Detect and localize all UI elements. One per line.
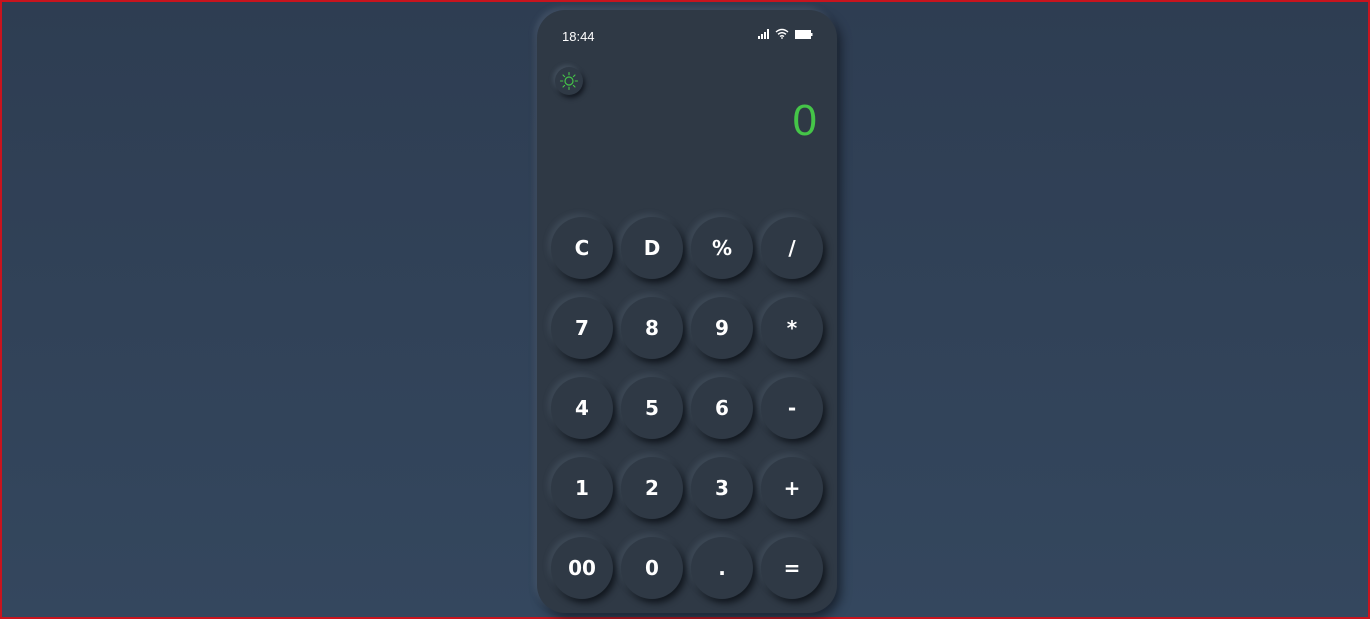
digit-7-button[interactable]: 7 (551, 297, 613, 359)
decimal-button[interactable]: . (691, 537, 753, 599)
digit-5-button[interactable]: 5 (621, 377, 683, 439)
status-time: 18:44 (562, 29, 595, 44)
digit-4-button[interactable]: 4 (551, 377, 613, 439)
digit-6-button[interactable]: 6 (691, 377, 753, 439)
double-zero-button[interactable]: 00 (551, 537, 613, 599)
equals-button[interactable]: = (761, 537, 823, 599)
subtract-button[interactable]: - (761, 377, 823, 439)
divide-button[interactable]: / (761, 217, 823, 279)
theme-toggle-button[interactable] (555, 67, 583, 95)
digit-1-button[interactable]: 1 (551, 457, 613, 519)
digit-0-button[interactable]: 0 (621, 537, 683, 599)
signal-icon (758, 29, 769, 39)
digit-8-button[interactable]: 8 (621, 297, 683, 359)
multiply-button[interactable]: * (761, 297, 823, 359)
delete-button[interactable]: D (621, 217, 683, 279)
calculator-phone: 18:44 0 C D % / 7 8 9 * 4 5 6 - 1 2 3 + … (537, 10, 837, 613)
keypad: C D % / 7 8 9 * 4 5 6 - 1 2 3 + 00 0 . = (551, 217, 823, 599)
status-icons (758, 27, 813, 39)
sun-icon (559, 71, 579, 91)
digit-3-button[interactable]: 3 (691, 457, 753, 519)
clear-button[interactable]: C (551, 217, 613, 279)
add-button[interactable]: + (761, 457, 823, 519)
battery-icon (795, 30, 813, 39)
percent-button[interactable]: % (691, 217, 753, 279)
result-display: 0 (792, 96, 817, 145)
status-bar: 18:44 (537, 10, 837, 60)
wifi-icon (775, 28, 789, 39)
digit-2-button[interactable]: 2 (621, 457, 683, 519)
digit-9-button[interactable]: 9 (691, 297, 753, 359)
